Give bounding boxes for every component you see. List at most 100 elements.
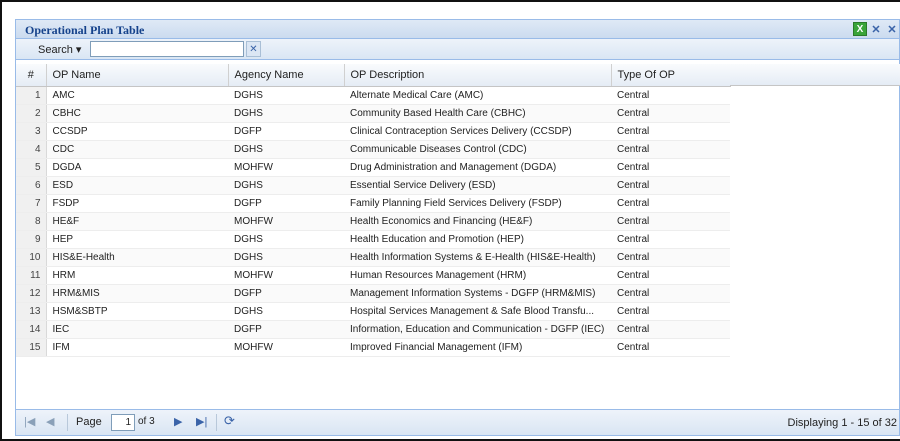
table-row[interactable]: 7 FSDP DGFP Family Planning Field Servic… xyxy=(16,194,730,213)
op-description-cell: Information, Education and Communication… xyxy=(344,320,611,339)
agency-name-cell: DGHS xyxy=(228,140,344,159)
type-of-op-cell: Central xyxy=(611,230,730,249)
op-name-cell: AMC xyxy=(46,86,228,105)
panel-header: Operational Plan Table X ✕ ✕ xyxy=(16,20,899,39)
table-row[interactable]: 9 HEP DGHS Health Education and Promotio… xyxy=(16,230,730,249)
op-name-cell: HIS&E-Health xyxy=(46,248,228,267)
type-of-op-cell: Central xyxy=(611,122,730,141)
op-name-cell: HE&F xyxy=(46,212,228,231)
row-number: 6 xyxy=(16,176,47,195)
table-row[interactable]: 12 HRM&MIS DGFP Management Information S… xyxy=(16,284,730,303)
agency-name-cell: DGHS xyxy=(228,86,344,105)
search-input[interactable] xyxy=(90,41,244,57)
pager-separator xyxy=(216,414,217,431)
op-name-cell: HEP xyxy=(46,230,228,249)
op-description-cell: Communicable Diseases Control (CDC) xyxy=(344,140,611,159)
operational-plan-table: # OP Name Agency Name OP Description Typ… xyxy=(16,64,731,357)
page-count-label: of 3 xyxy=(138,416,155,427)
op-description-cell: Family Planning Field Services Delivery … xyxy=(344,194,611,213)
type-of-op-cell: Central xyxy=(611,266,730,285)
agency-name-cell: MOHFW xyxy=(228,338,344,357)
agency-name-cell: DGFP xyxy=(228,320,344,339)
panel-title: Operational Plan Table xyxy=(25,23,145,37)
op-description-cell: Alternate Medical Care (AMC) xyxy=(344,86,611,105)
refresh-icon[interactable]: ⟳ xyxy=(224,413,235,429)
search-menu-button[interactable]: Search ▾ xyxy=(38,43,81,56)
table-row[interactable]: 13 HSM&SBTP DGHS Hospital Services Manag… xyxy=(16,302,730,321)
table-row[interactable]: 10 HIS&E-Health DGHS Health Information … xyxy=(16,248,730,267)
row-number: 9 xyxy=(16,230,47,249)
op-name-cell: CCSDP xyxy=(46,122,228,141)
op-name-cell: CDC xyxy=(46,140,228,159)
op-name-cell: IEC xyxy=(46,320,228,339)
page-number-input[interactable]: 1 xyxy=(111,414,135,431)
op-name-cell: HSM&SBTP xyxy=(46,302,228,321)
clear-search-icon[interactable]: ✕ xyxy=(246,41,261,57)
op-name-cell: FSDP xyxy=(46,194,228,213)
page-label: Page xyxy=(76,416,102,428)
type-of-op-cell: Central xyxy=(611,212,730,231)
agency-name-cell: DGHS xyxy=(228,248,344,267)
op-description-cell: Health Economics and Financing (HE&F) xyxy=(344,212,611,231)
row-number: 7 xyxy=(16,194,47,213)
displaying-count: Displaying 1 - 15 of 32 xyxy=(787,417,897,429)
agency-name-cell: DGFP xyxy=(228,122,344,141)
column-header-row-number[interactable]: # xyxy=(16,64,47,87)
excel-export-icon[interactable]: X xyxy=(853,22,867,36)
last-page-icon[interactable]: ▶| xyxy=(196,415,207,428)
table-row[interactable]: 4 CDC DGHS Communicable Diseases Control… xyxy=(16,140,730,159)
table-row[interactable]: 14 IEC DGFP Information, Education and C… xyxy=(16,320,730,339)
type-of-op-cell: Central xyxy=(611,176,730,195)
type-of-op-cell: Central xyxy=(611,338,730,357)
op-name-cell: CBHC xyxy=(46,104,228,123)
table-row[interactable]: 8 HE&F MOHFW Health Economics and Financ… xyxy=(16,212,730,231)
row-number: 3 xyxy=(16,122,47,141)
type-of-op-cell: Central xyxy=(611,320,730,339)
row-number: 14 xyxy=(16,320,47,339)
type-of-op-cell: Central xyxy=(611,86,730,105)
row-number: 11 xyxy=(16,266,47,285)
close-icon-secondary[interactable]: ✕ xyxy=(885,22,899,36)
op-description-cell: Essential Service Delivery (ESD) xyxy=(344,176,611,195)
row-number: 4 xyxy=(16,140,47,159)
agency-name-cell: MOHFW xyxy=(228,158,344,177)
row-number: 15 xyxy=(16,338,47,357)
table-row[interactable]: 5 DGDA MOHFW Drug Administration and Man… xyxy=(16,158,730,177)
first-page-icon[interactable]: |◀ xyxy=(24,415,35,428)
row-number: 13 xyxy=(16,302,47,321)
type-of-op-cell: Central xyxy=(611,194,730,213)
agency-name-cell: MOHFW xyxy=(228,212,344,231)
table-row[interactable]: 11 HRM MOHFW Human Resources Management … xyxy=(16,266,730,285)
type-of-op-cell: Central xyxy=(611,284,730,303)
agency-name-cell: DGHS xyxy=(228,302,344,321)
type-of-op-cell: Central xyxy=(611,104,730,123)
op-description-cell: Community Based Health Care (CBHC) xyxy=(344,104,611,123)
previous-page-icon[interactable]: ◀ xyxy=(46,415,54,428)
op-description-cell: Clinical Contraception Services Delivery… xyxy=(344,122,611,141)
next-page-icon[interactable]: ▶ xyxy=(174,415,182,428)
agency-name-cell: DGHS xyxy=(228,104,344,123)
op-description-cell: Health Education and Promotion (HEP) xyxy=(344,230,611,249)
op-name-cell: HRM xyxy=(46,266,228,285)
agency-name-cell: DGFP xyxy=(228,194,344,213)
row-number: 1 xyxy=(16,86,47,105)
table-row[interactable]: 6 ESD DGHS Essential Service Delivery (E… xyxy=(16,176,730,195)
column-header-op-name[interactable]: OP Name xyxy=(46,64,229,87)
op-name-cell: IFM xyxy=(46,338,228,357)
row-number: 5 xyxy=(16,158,47,177)
agency-name-cell: MOHFW xyxy=(228,266,344,285)
table-row[interactable]: 3 CCSDP DGFP Clinical Contraception Serv… xyxy=(16,122,730,141)
table-row[interactable]: 2 CBHC DGHS Community Based Health Care … xyxy=(16,104,730,123)
column-header-type-of-op[interactable]: Type Of OP xyxy=(611,64,731,87)
row-number: 2 xyxy=(16,104,47,123)
column-header-agency-name[interactable]: Agency Name xyxy=(228,64,345,87)
table-row[interactable]: 15 IFM MOHFW Improved Financial Manageme… xyxy=(16,338,730,357)
operational-plan-panel: Operational Plan Table X ✕ ✕ Search ▾ ✕ … xyxy=(15,19,900,436)
op-description-cell: Drug Administration and Management (DGDA… xyxy=(344,158,611,177)
table-row[interactable]: 1 AMC DGHS Alternate Medical Care (AMC) … xyxy=(16,86,730,105)
close-icon[interactable]: ✕ xyxy=(869,22,883,36)
type-of-op-cell: Central xyxy=(611,158,730,177)
agency-name-cell: DGHS xyxy=(228,176,344,195)
column-header-op-description[interactable]: OP Description xyxy=(344,64,612,87)
row-number: 10 xyxy=(16,248,47,267)
